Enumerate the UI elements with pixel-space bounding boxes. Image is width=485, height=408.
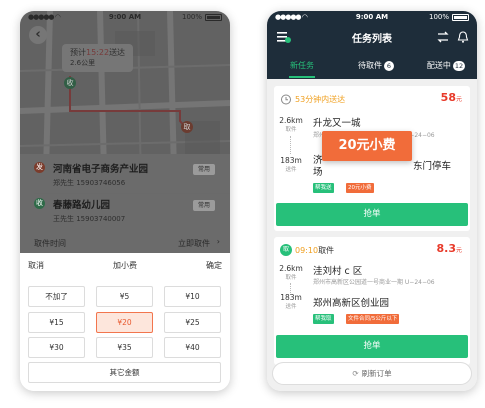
battery-percent: 100%: [428, 13, 449, 21]
active-tab-indicator: [289, 76, 315, 78]
tab-count-badge: 12: [452, 61, 466, 71]
distance-value: 183m: [280, 293, 302, 302]
delivery-name: 郑州高新区创业园: [313, 298, 390, 309]
distance-value: 2.6km: [279, 264, 303, 273]
receiver-icon: 收: [34, 198, 45, 209]
distance-value: 183m: [280, 156, 302, 165]
common-tag[interactable]: 常用: [193, 164, 215, 175]
delivery-name-line2: 场: [313, 167, 323, 178]
task-list: 53分钟内送达 58元 2.6km取件 升龙又一城 郑州市高新区公园道一号商业一…: [267, 79, 477, 391]
refresh-orders-button[interactable]: ⟳ 刷新订单: [272, 362, 472, 385]
tip-option-5[interactable]: ¥5: [96, 286, 153, 307]
grab-order-button[interactable]: 抢单: [276, 203, 468, 226]
tip-promo-callout: 20元小费: [322, 131, 412, 161]
price-value: 58: [440, 91, 456, 104]
receiver-address: 春藤路幼儿园: [53, 200, 111, 211]
receiver-contact: 王先生 15903740007: [53, 215, 126, 223]
refresh-label: 刷新订单: [361, 369, 392, 378]
deadline-minutes: 53: [295, 95, 306, 104]
tab-awaiting-pickup[interactable]: 待取件 6: [347, 56, 405, 79]
pickup-address: 郑州市高新区公园道一号商业一期 U−24−06: [313, 279, 435, 286]
pickup-time-label: 取件时间: [34, 239, 66, 248]
tip-sheet: 取消 加小费 确定 不加了 ¥5 ¥10 ¥15 ¥20 ¥25 ¥30 ¥35…: [20, 253, 230, 391]
tip-sheet-title: 加小费: [113, 261, 137, 270]
tip-badge: 20元小费: [346, 183, 374, 193]
swap-icon[interactable]: [437, 31, 449, 43]
cargo-type-badge: 文件合同/5公斤以下: [346, 314, 400, 324]
route-connector: [290, 136, 291, 154]
price-unit: 元: [455, 96, 462, 103]
price-unit: 元: [455, 247, 462, 254]
status-bar: ●●●●● ◠ 9:00 AM 100%: [267, 11, 477, 23]
pickup-clock: 09:10: [295, 246, 319, 255]
tab-label: 新任务: [290, 61, 314, 70]
pickup-distance: 2.6km 取件: [276, 264, 306, 281]
common-tag[interactable]: 常用: [193, 200, 215, 211]
address-divider: [34, 193, 230, 194]
refresh-icon: ⟳: [352, 369, 359, 378]
pickup-time: 09:10取件: [295, 245, 334, 256]
distance-label: 送件: [285, 167, 297, 173]
task-list-header: ●●●●● ◠ 9:00 AM 100% 任务列表 新任务 待取件 6 配送中 …: [267, 11, 477, 79]
task-card[interactable]: 取 09:10取件 8.3元 2.6km 取件 洼刘村 c 区 郑州市高新区公园道…: [274, 237, 470, 365]
delivery-distance: 183m 送件: [276, 156, 306, 173]
alarm-clock-icon: [281, 94, 291, 105]
pickup-time-value: 立即取件: [178, 239, 210, 248]
grab-order-button[interactable]: 抢单: [276, 335, 468, 358]
tab-label: 配送中: [426, 61, 451, 70]
tip-screen: ‹ 预计15:22送达 2.6公里 收 取 ●●●●● ◠ 9:00 AM 10…: [20, 11, 230, 391]
distance-label: 取件: [285, 275, 297, 281]
battery-icon: [452, 14, 469, 21]
distance-label: 送件: [285, 304, 297, 310]
distance-value: 2.6km: [279, 116, 303, 125]
tab-delivering[interactable]: 配送中 12: [417, 56, 475, 79]
status-bar: ●●●●● ◠ 9:00 AM 100%: [20, 11, 230, 23]
pickup-distance: 2.6km 取件: [276, 116, 306, 133]
delivery-deadline: 53分钟内送达: [295, 94, 345, 105]
task-price: 58元: [441, 91, 462, 104]
service-type-badge: 帮我送: [313, 183, 334, 193]
tab-label: 待取件: [358, 61, 382, 70]
delivery-name-tail: 东门停车: [413, 161, 452, 172]
service-type-badge: 帮我取: [313, 314, 334, 324]
price-value: 8.3: [436, 242, 456, 255]
pickup-badge-icon: 取: [280, 244, 292, 256]
battery-percent: 100%: [181, 13, 202, 21]
tip-option-10[interactable]: ¥10: [164, 286, 221, 307]
battery-icon: [205, 14, 222, 21]
sender-address: 河南省电子商务产业园: [53, 164, 149, 175]
tip-option-40[interactable]: ¥40: [164, 337, 221, 358]
task-price: 8.3元: [436, 242, 462, 255]
distance-label: 取件: [285, 127, 297, 133]
chevron-right-icon: ›: [216, 237, 220, 246]
tip-option-30[interactable]: ¥30: [28, 337, 85, 358]
bell-icon[interactable]: [457, 31, 469, 43]
tip-option-35[interactable]: ¥35: [96, 337, 153, 358]
sender-contact: 郑先生 15903746056: [53, 179, 126, 187]
pickup-time-row[interactable]: 取件时间 立即取件 ›: [20, 233, 230, 253]
tip-option-other[interactable]: 其它金额: [28, 362, 221, 383]
confirm-button[interactable]: 确定: [206, 253, 222, 279]
pickup-name: 升龙又一城: [313, 118, 361, 129]
deadline-text: 分钟内送达: [305, 95, 346, 104]
tab-count-badge: 6: [384, 61, 394, 71]
tip-option-none[interactable]: 不加了: [28, 286, 85, 307]
tip-sheet-header: 取消 加小费 确定: [20, 253, 230, 279]
delivery-distance: 183m 送件: [276, 293, 306, 310]
pickup-text: 取件: [318, 246, 335, 255]
tip-option-25[interactable]: ¥25: [164, 312, 221, 333]
sender-icon: 发: [34, 162, 45, 173]
pickup-name: 洼刘村 c 区: [313, 266, 363, 277]
tip-option-20-selected[interactable]: ¥20: [96, 312, 153, 333]
task-list-screen: ●●●●● ◠ 9:00 AM 100% 任务列表 新任务 待取件 6 配送中 …: [267, 11, 477, 391]
tip-option-15[interactable]: ¥15: [28, 312, 85, 333]
